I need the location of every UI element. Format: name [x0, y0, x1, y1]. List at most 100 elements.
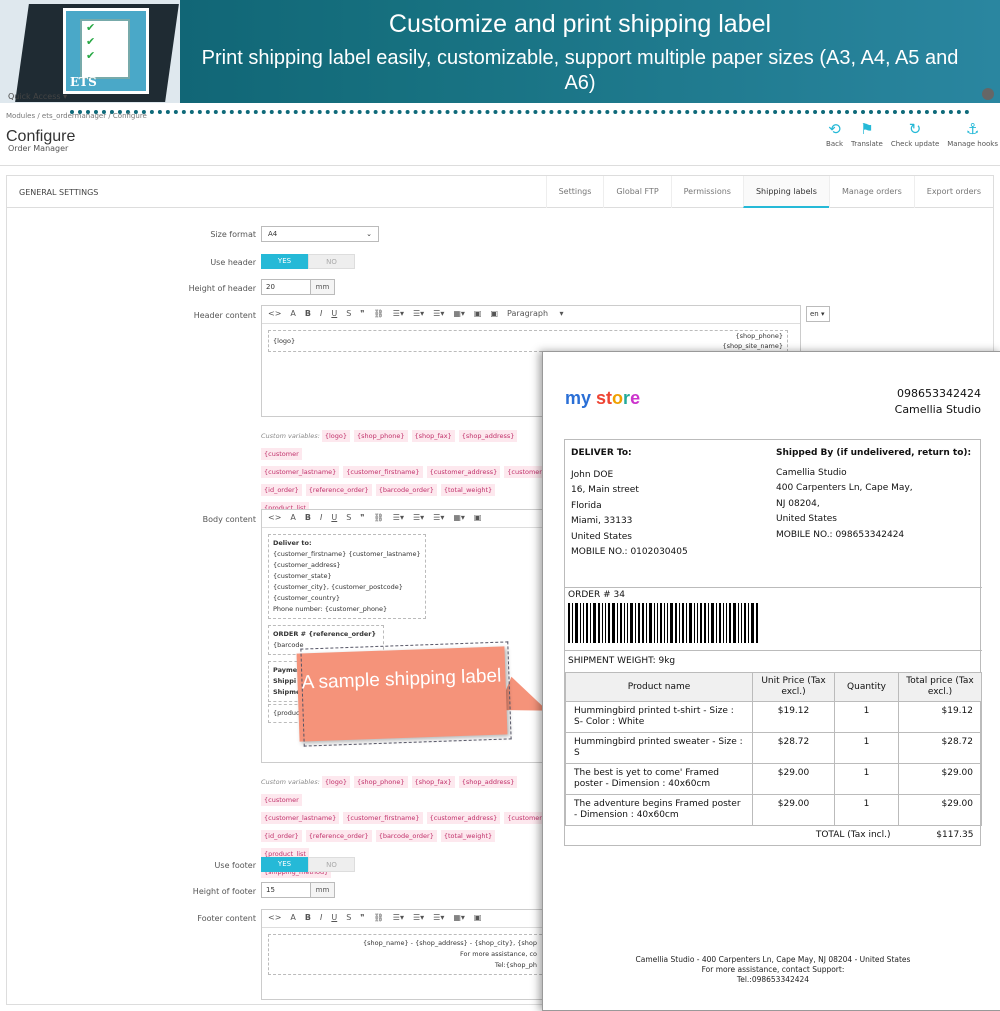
barcode-bar [605, 603, 606, 643]
page-subtitle: Order Manager [8, 144, 69, 153]
barcode-bar [583, 603, 584, 643]
use-header-toggle[interactable]: YES NO [261, 254, 355, 269]
barcode-bar [670, 603, 673, 643]
sample-shipping-label: my store 098653342424 Camellia Studio DE… [542, 351, 1000, 1011]
shipment-weight: SHIPMENT WEIGHT: 9kg [568, 656, 676, 666]
table-header-row: Product name Unit Price (Tax excl.) Quan… [565, 672, 982, 702]
table-row: The adventure begins Framed poster - Dim… [565, 794, 982, 826]
callout-dashed-border [300, 641, 512, 747]
body-content-label: Body content [202, 515, 256, 524]
label-footer: Camellia Studio - 400 Carpenters Ln, Cap… [635, 955, 911, 984]
barcode-bar [726, 603, 727, 643]
barcode-bar [744, 603, 746, 643]
barcode-bar [741, 603, 742, 643]
tab-export-orders[interactable]: Export orders [913, 176, 993, 208]
use-footer-toggle[interactable]: YES NO [261, 857, 355, 872]
barcode-bar [630, 603, 633, 643]
quick-access-menu[interactable]: Quick Access ▾ [8, 92, 67, 101]
store-logo: my store [565, 388, 641, 408]
dotted-divider [70, 110, 970, 114]
table-row: Hummingbird printed sweater - Size : S $2… [565, 732, 982, 764]
toggle-yes[interactable]: YES [261, 857, 308, 872]
user-avatar-icon[interactable] [982, 88, 994, 100]
language-select[interactable]: en ▾ [806, 306, 830, 322]
tab-global-ftp[interactable]: Global FTP [603, 176, 670, 208]
col-product-name: Product name [565, 672, 753, 702]
shop-info: 098653342424 Camellia Studio [895, 386, 981, 418]
barcode-bar [711, 603, 714, 643]
height-header-label: Height of header [188, 284, 256, 293]
barcode-bar [612, 603, 615, 643]
barcode [568, 603, 778, 643]
barcode-bar [646, 603, 647, 643]
barcode-bar [719, 603, 721, 643]
shop-phone: 098653342424 [897, 387, 981, 400]
checklist-icon: ✔ ✔ ✔ [80, 19, 130, 79]
col-total-price: Total price (Tax excl.) [898, 672, 982, 702]
barcode-bar [704, 603, 706, 643]
barcode-bar [660, 603, 662, 643]
total-label: TOTAL (Tax incl.) [565, 825, 899, 845]
panel-title: GENERAL SETTINGS [19, 188, 99, 197]
promo-banner: ✔ ✔ ✔ ETS Customize and print shipping lab… [0, 0, 1000, 103]
shipped-by-block: Shipped By (if undelivered, return to): … [776, 448, 972, 540]
barcode-bar [620, 603, 622, 643]
panel-header: GENERAL SETTINGS Settings Global FTP Per… [7, 176, 993, 208]
height-footer-input[interactable]: 15 mm [261, 882, 335, 898]
barcode-bar [598, 603, 600, 643]
barcode-bar [635, 603, 636, 643]
barcode-bar [697, 603, 698, 643]
header-divider [0, 165, 1000, 166]
barcode-bar [642, 603, 644, 643]
barcode-bar [657, 603, 658, 643]
deliver-to-block: DELIVER To: John DOE 16, Main street Flo… [571, 448, 688, 557]
size-format-select[interactable]: A4 ⌄ [261, 226, 379, 242]
barcode-bar [751, 603, 754, 643]
barcode-bar [733, 603, 736, 643]
barcode-bar [708, 603, 709, 643]
tab-manage-orders[interactable]: Manage orders [828, 176, 914, 208]
products-table: Product name Unit Price (Tax excl.) Quan… [565, 672, 982, 845]
tab-settings[interactable]: Settings [545, 176, 604, 208]
translate-button[interactable]: ⚑ Translate [851, 120, 883, 148]
barcode-bar [617, 603, 618, 643]
col-quantity: Quantity [834, 672, 899, 702]
banner-subtitle: Print shipping label easily, customizabl… [201, 47, 959, 94]
toggle-no[interactable]: NO [308, 254, 355, 269]
toggle-no[interactable]: NO [308, 857, 355, 872]
flag-icon: ⚑ [860, 120, 874, 138]
height-footer-label: Height of footer [192, 887, 256, 896]
tab-bar: Settings Global FTP Permissions Shipping… [545, 176, 993, 208]
label-box: DELIVER To: John DOE 16, Main street Flo… [564, 439, 982, 846]
barcode-bar [686, 603, 687, 643]
barcode-bar [694, 603, 695, 643]
check-update-button[interactable]: ↻ Check update [891, 120, 939, 148]
barcode-bar [723, 603, 724, 643]
manage-hooks-button[interactable]: ⚓ Manage hooks [947, 120, 998, 148]
barcode-bar [580, 603, 581, 643]
total-value: $117.35 [898, 825, 982, 845]
barcode-bar [667, 603, 668, 643]
chevron-down-icon: ⌄ [366, 230, 372, 238]
barcode-bar [590, 603, 591, 643]
back-button[interactable]: ⟲ Back [826, 120, 843, 148]
shop-name: Camellia Studio [894, 403, 981, 416]
tab-permissions[interactable]: Permissions [670, 176, 743, 208]
barcode-bar [608, 603, 610, 643]
use-footer-label: Use footer [214, 861, 256, 870]
barcode-bar [675, 603, 677, 643]
barcode-bar [729, 603, 731, 643]
header-toolbar: ⟲ Back ⚑ Translate ↻ Check update ⚓ Manage h… [826, 120, 998, 148]
barcode-bar [682, 603, 684, 643]
barcode-bar [748, 603, 749, 643]
barcode-bar [738, 603, 739, 643]
anchor-icon: ⚓ [965, 120, 980, 138]
barcode-bar [664, 603, 665, 643]
toggle-yes[interactable]: YES [261, 254, 308, 269]
barcode-bar [593, 603, 596, 643]
barcode-bar [586, 603, 588, 643]
size-format-label: Size format [210, 230, 256, 239]
tab-shipping-labels[interactable]: Shipping labels [742, 176, 829, 208]
editor-toolbar: <> A B I U S ❞ ⛓ ☰▾ ☰▾ ☰▾ ▦▾ ▣ ▣ Paragraph ▾ [262, 306, 800, 324]
height-header-input[interactable]: 20 mm [261, 279, 335, 295]
